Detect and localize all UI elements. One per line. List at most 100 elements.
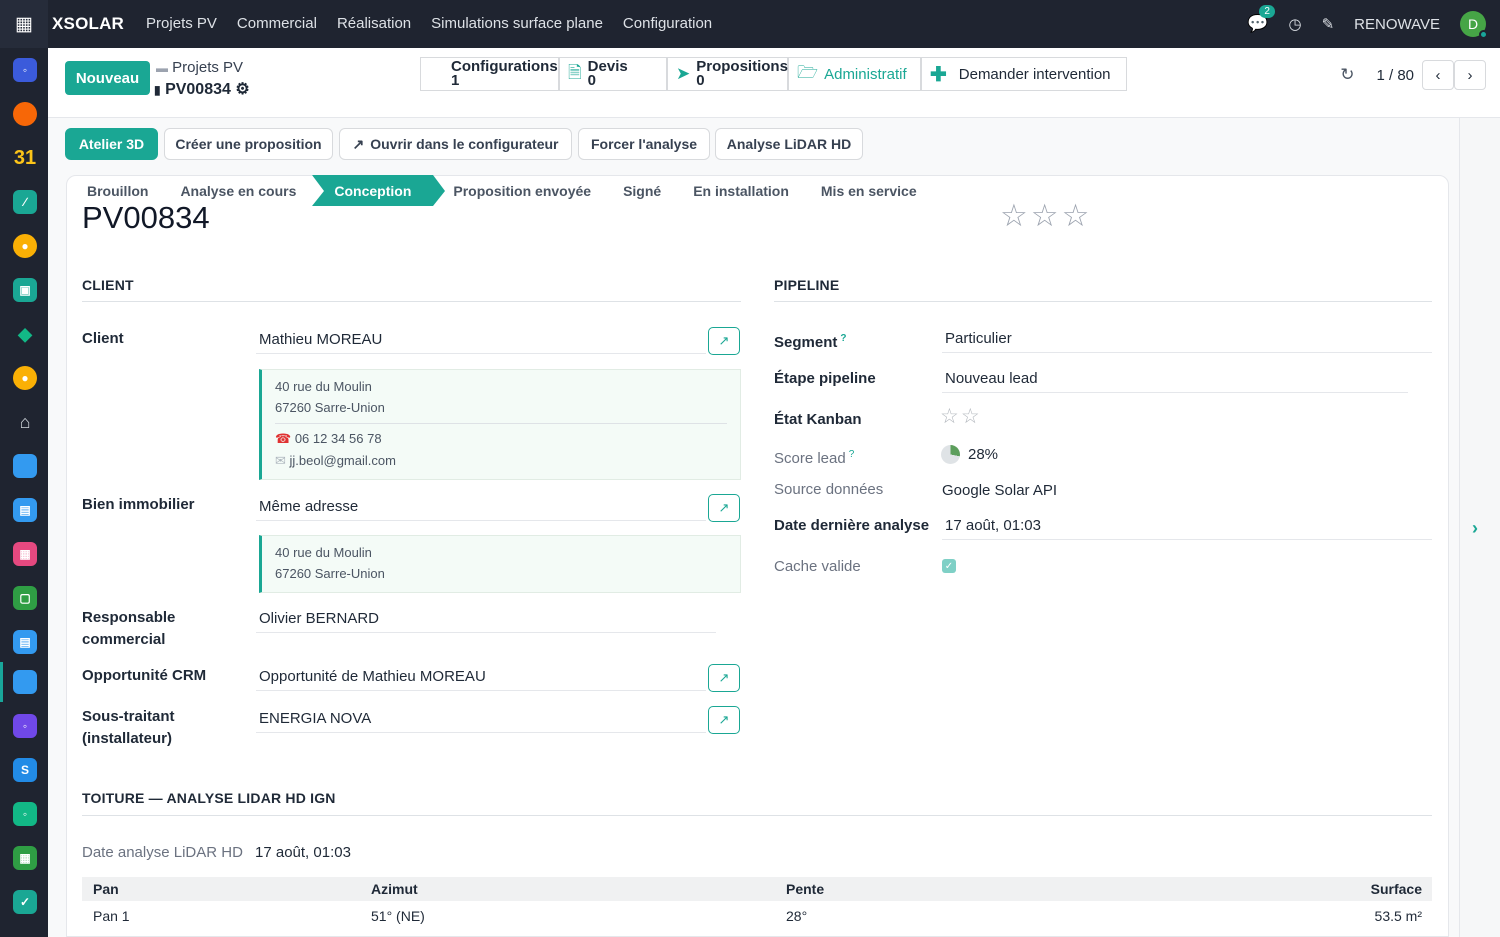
app-crm-icon[interactable] (13, 102, 37, 126)
forcer-analyse-button[interactable]: Forcer l'analyse (578, 128, 710, 160)
app-dashboard-icon[interactable]: ▦ (13, 542, 37, 566)
app-discuss-icon[interactable]: ◦ (13, 58, 37, 82)
star-icon[interactable]: ☆ (1031, 198, 1062, 233)
top-navbar: ▦ XSOLAR Projets PV Commercial Réalisati… (0, 0, 1500, 48)
app-teal-icon[interactable]: ◦ (13, 802, 37, 826)
sous-traitant-label: Sous-traitant (installateur) (82, 708, 175, 747)
demander-intervention-button[interactable]: ✚ Demander intervention (921, 57, 1127, 91)
user-avatar[interactable]: D (1460, 11, 1488, 39)
pager-previous-button[interactable]: ‹ (1422, 60, 1454, 90)
analyse-lidar-button[interactable]: Analyse LiDAR HD (715, 128, 863, 160)
clock-icon[interactable]: ◷ (1288, 15, 1301, 33)
client-field[interactable]: Mathieu MOREAU (256, 331, 706, 354)
app-disc-icon[interactable]: ● (13, 234, 37, 258)
refresh-icon[interactable]: ↻ (1340, 65, 1354, 85)
date-lidar-value: 17 août, 01:03 (255, 844, 351, 861)
gear-icon[interactable]: ⚙ (235, 81, 249, 98)
menu-simulations[interactable]: Simulations surface plane (421, 0, 613, 48)
brand-name[interactable]: XSOLAR (52, 14, 124, 34)
app-purple-icon[interactable]: ◦ (13, 714, 37, 738)
opportunite-label: Opportunité CRM (82, 667, 207, 684)
stage-conception[interactable]: Conception (312, 175, 446, 206)
help-icon[interactable]: ? (840, 333, 846, 344)
app-sheet-icon[interactable]: ▦ (13, 846, 37, 870)
sous-traitant-field[interactable]: ENERGIA NOVA (256, 710, 706, 733)
etape-pipeline-field[interactable]: Nouveau lead (942, 370, 1408, 393)
pager-next-button[interactable]: › (1454, 60, 1486, 90)
cache-valide-checkbox[interactable]: ✓ (942, 559, 956, 573)
app-disc2-icon[interactable]: ● (13, 366, 37, 390)
propositions-smart-button[interactable]: ➤ Propositions 0 (667, 57, 788, 91)
administratif-smart-button[interactable]: 🗁 Administratif (788, 57, 921, 91)
app-planning-icon[interactable]: ▤ (13, 498, 37, 522)
column-pente[interactable]: Pente (786, 881, 824, 897)
breadcrumb-parent[interactable]: Projets PV (172, 59, 243, 76)
creer-proposition-button[interactable]: Créer une proposition (164, 128, 333, 160)
new-button[interactable]: Nouveau (65, 61, 150, 95)
menu-commercial[interactable]: Commercial (227, 0, 327, 48)
toiture-separator (82, 815, 1432, 816)
opportunite-external-link-button[interactable]: ↗ (708, 664, 740, 692)
menu-realisation[interactable]: Réalisation (327, 0, 421, 48)
stage-signe[interactable]: Signé (607, 175, 677, 206)
opportunite-field[interactable]: Opportunité de Mathieu MOREAU (256, 668, 706, 691)
phone-icon: ☎ (275, 431, 292, 446)
devis-smart-button[interactable]: 🗎 Devis 0 (559, 57, 667, 91)
pipeline-separator (774, 301, 1432, 302)
cell-pan: Pan 1 (93, 908, 130, 924)
pager-value[interactable]: 1 / 80 (1376, 67, 1414, 84)
app-bank-icon[interactable]: ⌂ (13, 410, 37, 434)
menu-projets-pv[interactable]: Projets PV (136, 0, 227, 48)
help-icon[interactable]: ? (849, 449, 855, 460)
date-analyse-field[interactable]: 17 août, 01:03 (942, 517, 1432, 540)
segment-field[interactable]: Particulier (942, 330, 1432, 353)
company-name[interactable]: RENOWAVE (1354, 16, 1440, 33)
record-title: PV00834 (82, 200, 210, 235)
chat-icon[interactable]: 💬 2 (1247, 5, 1275, 34)
app-blue-icon[interactable] (13, 454, 37, 478)
app-contacts-icon[interactable]: ▣ (13, 278, 37, 302)
chevron-right-icon[interactable]: › (1472, 518, 1478, 539)
app-s-icon[interactable]: S (13, 758, 37, 782)
apps-menu-icon[interactable]: ▦ (0, 0, 48, 48)
etat-kanban-label: État Kanban (774, 411, 862, 428)
client-address-card: 40 rue du Moulin 67260 Sarre-Union ☎ 06 … (259, 369, 741, 480)
client-email[interactable]: jj.beol@gmail.com (290, 453, 396, 468)
app-xsolar-icon[interactable] (13, 670, 37, 694)
column-surface[interactable]: Surface (1371, 881, 1422, 897)
chat-count-badge: 2 (1259, 5, 1275, 18)
atelier-3d-button[interactable]: Atelier 3D (65, 128, 158, 160)
bien-address-card: 40 rue du Moulin 67260 Sarre-Union (259, 535, 741, 593)
app-calendar2-icon[interactable]: ▤ (13, 630, 37, 654)
star-icon[interactable]: ☆ (940, 405, 961, 428)
kanban-stars[interactable]: ☆☆ (940, 404, 982, 429)
app-sign-icon[interactable]: ∕ (13, 190, 37, 214)
table-row[interactable]: Pan 1 51° (NE) 28° 53.5 m² (82, 903, 1432, 929)
magic-wand-icon[interactable]: ✎ (1322, 15, 1335, 33)
sous-traitant-external-link-button[interactable]: ↗ (708, 706, 740, 734)
responsable-label: Responsable commercial (82, 609, 176, 648)
responsable-field[interactable]: Olivier BERNARD (256, 610, 716, 633)
configurations-smart-button[interactable]: Configurations 1 (420, 57, 559, 91)
ouvrir-configurateur-button[interactable]: ↗ Ouvrir dans le configurateur (339, 128, 572, 160)
star-icon[interactable]: ☆ (1062, 198, 1093, 233)
app-diamond-icon[interactable]: ◆ (13, 322, 37, 346)
app-check-icon[interactable]: ✓ (13, 890, 37, 914)
column-azimut[interactable]: Azimut (371, 881, 418, 897)
client-external-link-button[interactable]: ↗ (708, 327, 740, 355)
stage-proposition-envoyee[interactable]: Proposition envoyée (433, 175, 607, 206)
stage-en-installation[interactable]: En installation (677, 175, 805, 206)
app-calendar-icon[interactable]: 31 (13, 146, 37, 170)
star-icon[interactable]: ☆ (961, 405, 982, 428)
star-icon[interactable]: ☆ (1000, 198, 1031, 233)
document-icon: 🗎 (568, 62, 582, 82)
menu-configuration[interactable]: Configuration (613, 0, 722, 48)
client-phone[interactable]: 06 12 34 56 78 (295, 431, 382, 446)
column-pan[interactable]: Pan (93, 881, 119, 897)
stage-mis-en-service[interactable]: Mis en service (805, 175, 933, 206)
client-address-line1: 40 rue du Moulin (275, 379, 372, 394)
bien-immobilier-field[interactable]: Même adresse (256, 498, 706, 521)
bien-external-link-button[interactable]: ↗ (708, 494, 740, 522)
app-green-icon[interactable]: ▢ (13, 586, 37, 610)
priority-stars[interactable]: ☆☆☆ (1000, 198, 1092, 234)
